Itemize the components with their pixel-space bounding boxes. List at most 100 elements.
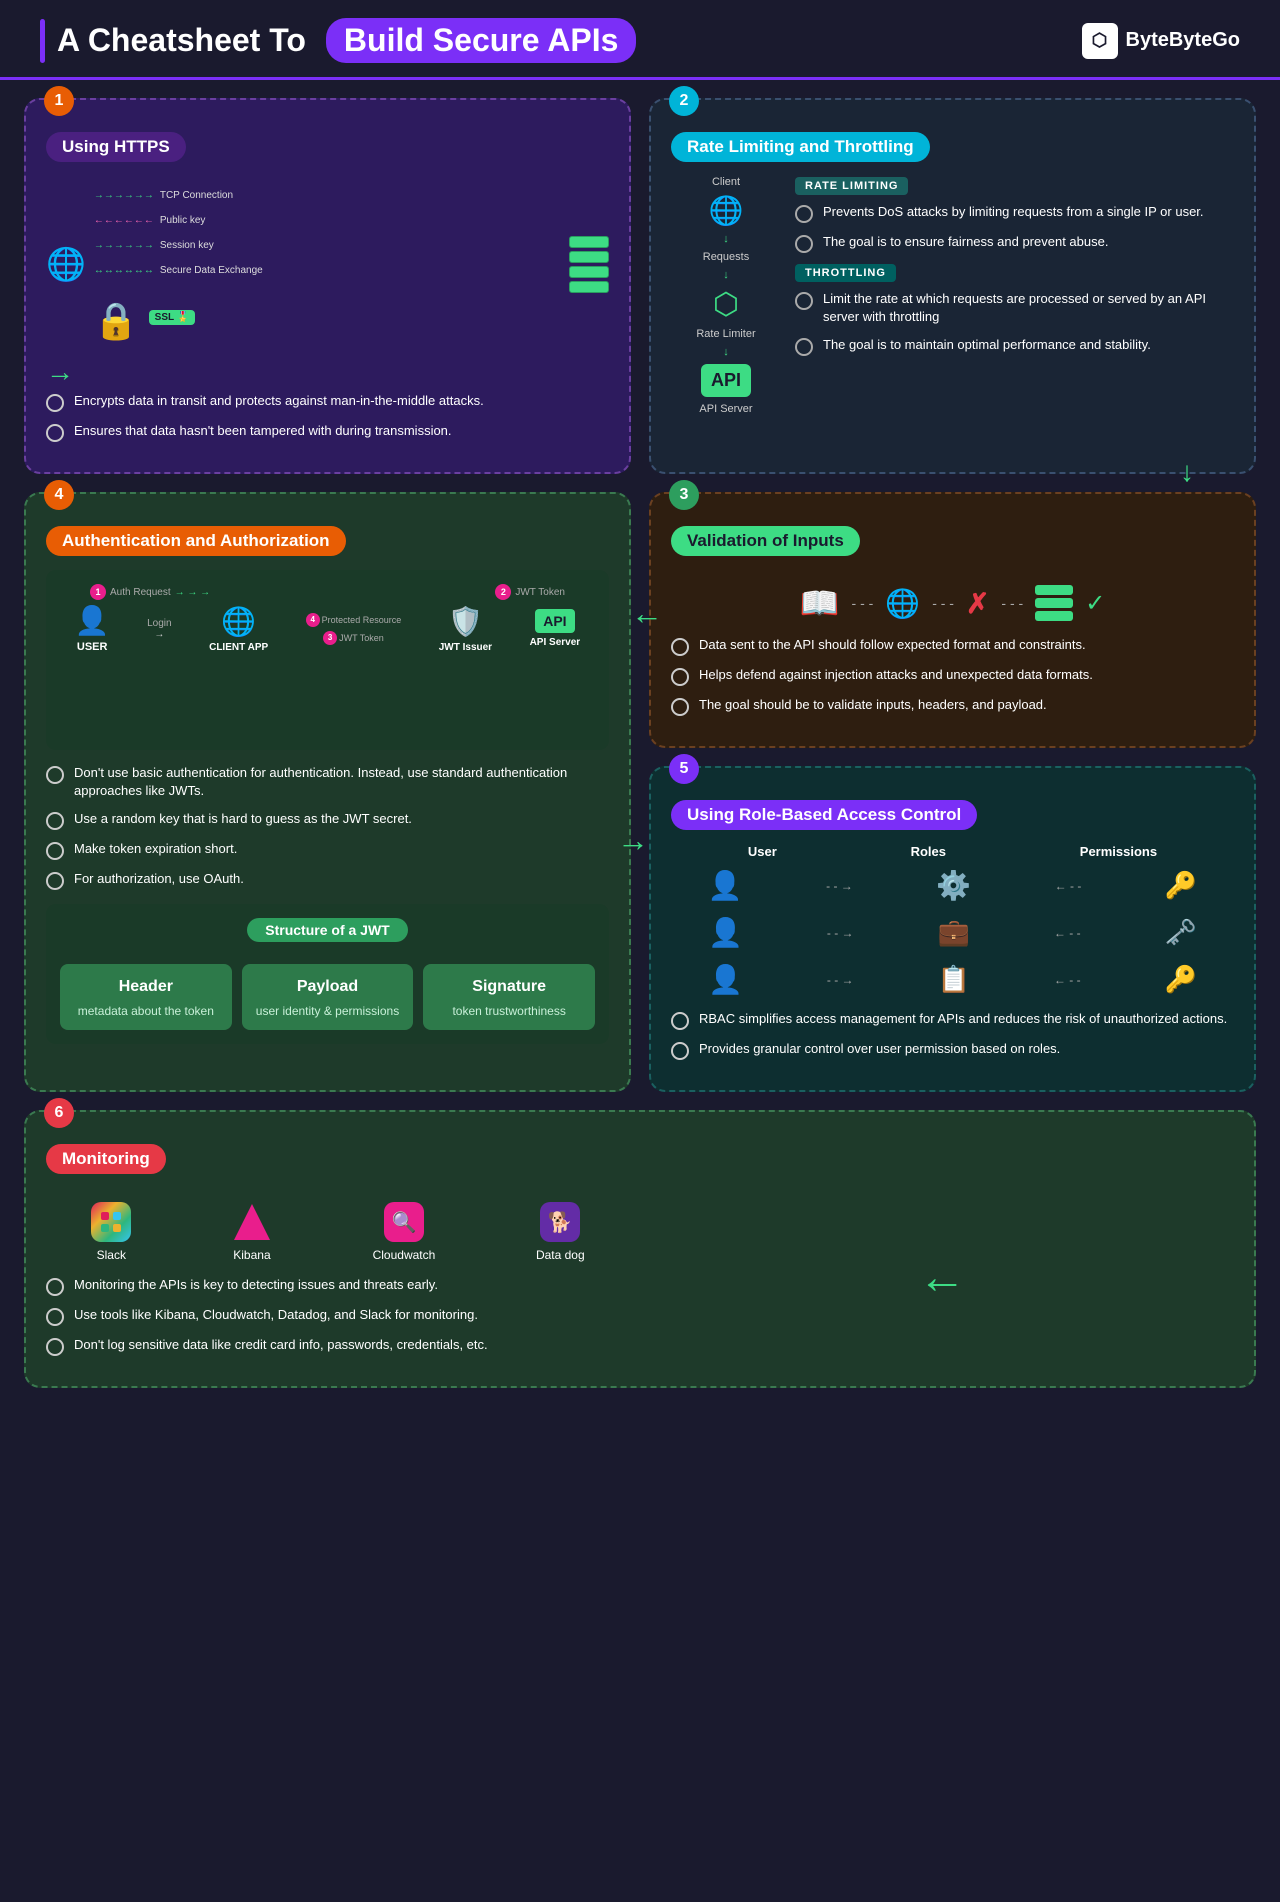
page-title-highlight: Build Secure APIs [326, 18, 636, 63]
api-server-label: API Server [699, 403, 752, 415]
jwt-header-cell: Header metadata about the token [60, 964, 232, 1030]
rbac-suitcase: 💼 [938, 917, 970, 948]
step-4-badge: 4 [306, 613, 320, 627]
auth-step4-label: Protected Resource [322, 615, 402, 625]
red-x-icon: ✗ [966, 587, 989, 620]
tool-datadog: 🐕 Data dog [536, 1202, 585, 1262]
rbac-row-2: 👤 - - → 💼 ← - - 🗝️ [671, 916, 1234, 949]
securedata-label: Secure Data Exchange [160, 265, 263, 276]
client-app-label: CLIENT APP [209, 642, 268, 653]
rbac-diagram: 👤 - - → ⚙️ ← - - 🔑 👤 - - → 💼 ← - - 🗝️ 👤 [671, 869, 1234, 996]
green-check-icon: ✓ [1085, 589, 1105, 618]
validation-bullet-2: Helps defend against injection attacks a… [671, 666, 1234, 686]
rbac-col-permissions: Permissions [1080, 844, 1157, 859]
auth-diagram: 1 Auth Request → → → 2 JWT Token 👤 USER … [46, 570, 609, 750]
section-6-monitoring: 6 Monitoring [24, 1110, 1256, 1388]
rate-section-layout: Client 🌐 ↓ Requests ↓ ⬡ Rate Limiter ↓ A… [671, 176, 1234, 415]
section-1-title: Using HTTPS [46, 132, 186, 162]
rbac-person-1: 👤 [708, 869, 743, 902]
bullet-circle-1 [46, 394, 64, 412]
rate-diagram: Client 🌐 ↓ Requests ↓ ⬡ Rate Limiter ↓ A… [671, 176, 781, 415]
jwt-payload-cell: Payload user identity & permissions [242, 964, 414, 1030]
brand-icon: ⬡ [1082, 23, 1118, 59]
monitoring-bullet-2: Use tools like Kibana, Cloudwatch, Datad… [46, 1306, 630, 1326]
rbac-key-blue: 🔑 [1165, 870, 1197, 901]
rate-bullet-1: Prevents DoS attacks by limiting request… [795, 203, 1234, 223]
main-grid: 1 Using HTTPS 🌐 →→→→→→ TCP Connection ←←… [0, 80, 1280, 1406]
title-row: A Cheatsheet To Build Secure APIs [40, 18, 636, 63]
shield-icon: 🛡️ [448, 605, 483, 638]
section-4-arrow-right: → [617, 822, 649, 859]
rbac-col-user: User [748, 844, 777, 859]
rbac-bullet-2: Provides granular control over user perm… [671, 1040, 1234, 1060]
bullet-circle-2 [46, 424, 64, 442]
rbac-person-2: 👤 [708, 916, 743, 949]
validation-bullet-3: The goal should be to validate inputs, h… [671, 696, 1234, 716]
tool-slack: Slack [91, 1202, 131, 1262]
tool-cloudwatch-label: Cloudwatch [373, 1248, 436, 1262]
jwt-structure-title: Structure of a JWT [247, 918, 407, 942]
kibana-wrapper [232, 1202, 272, 1242]
section-6-number: 6 [44, 1098, 74, 1128]
jwt-payload-title: Payload [252, 978, 404, 996]
monitoring-right: ← [650, 1188, 1234, 1366]
section-5-number: 5 [669, 754, 699, 784]
jwt-header-title: Header [70, 978, 222, 996]
validation-bullet-text-2: Helps defend against injection attacks a… [699, 666, 1093, 684]
requests-label: Requests [703, 251, 749, 263]
auth-bullet-2: Use a random key that is hard to guess a… [46, 810, 609, 830]
jwt-header-desc: metadata about the token [70, 1004, 222, 1020]
rbac-col-roles: Roles [911, 844, 946, 859]
auth-bullet-text-1: Don't use basic authentication for authe… [74, 764, 609, 800]
monitoring-bullet-3: Don't log sensitive data like credit car… [46, 1336, 630, 1356]
https-globe-left: 🌐 [46, 245, 86, 283]
auth-bullet-text-4: For authorization, use OAuth. [74, 870, 244, 888]
jwt-payload-desc: user identity & permissions [252, 1004, 404, 1020]
tool-cloudwatch: 🔍 Cloudwatch [373, 1202, 436, 1262]
throttle-bullet-text-1: Limit the rate at which requests are pro… [823, 290, 1234, 326]
throttle-bullet-2: The goal is to maintain optimal performa… [795, 336, 1234, 356]
rbac-key-green: 🔑 [1165, 964, 1197, 995]
step-3-badge: 3 [323, 631, 337, 645]
monitoring-arrow-indicator: ← [918, 1250, 966, 1305]
green-arrow-right: → [46, 356, 74, 388]
jwt-issuer-label: JWT Issuer [439, 642, 492, 653]
throttle-bullet-text-2: The goal is to maintain optimal performa… [823, 336, 1151, 354]
tool-kibana-label: Kibana [233, 1248, 270, 1262]
rbac-row-3: 👤 - - → 📋 ← - - 🔑 [671, 963, 1234, 996]
section-4-auth: 4 Authentication and Authorization 1 Aut… [24, 492, 631, 1092]
section-4-number: 4 [44, 480, 74, 510]
auth-bullet-text-3: Make token expiration short. [74, 840, 237, 858]
rbac-gear-1: ⚙️ [936, 869, 971, 902]
client-label: Client [712, 176, 740, 188]
open-book-icon: 📖 [800, 584, 840, 622]
auth-bullet-4: For authorization, use OAuth. [46, 870, 609, 890]
accent-bar [40, 19, 45, 63]
section-3-arrow-left: ← [631, 595, 663, 632]
rbac-header-row: User Roles Permissions [671, 844, 1234, 859]
section-4-title: Authentication and Authorization [46, 526, 346, 556]
rate-content: RATE LIMITING Prevents DoS attacks by li… [795, 176, 1234, 415]
rbac-key-red: 🗝️ [1165, 917, 1197, 948]
rbac-bullet-text-2: Provides granular control over user perm… [699, 1040, 1060, 1058]
tool-kibana: Kibana [232, 1202, 272, 1262]
https-bullet-1: Encrypts data in transit and protects ag… [46, 392, 609, 412]
section-2-number: 2 [669, 86, 699, 116]
rate-bullet-text-2: The goal is to ensure fairness and preve… [823, 233, 1108, 251]
globe-icon-left: 🌐 [46, 245, 86, 283]
client-globe: 🌐 [709, 194, 744, 227]
kibana-icon [232, 1202, 272, 1242]
page-header: A Cheatsheet To Build Secure APIs ⬡ Byte… [0, 0, 1280, 80]
rbac-clipboard: 📋 [938, 964, 970, 995]
client-globe-icon: 🌐 [221, 605, 256, 638]
validation-bullet-text-3: The goal should be to validate inputs, h… [699, 696, 1047, 714]
section-3-validation: 3 Validation of Inputs 📖 - - - 🌐 - - - ✗… [649, 492, 1256, 748]
https-connection-lines: →→→→→→ TCP Connection ←←←←←← Public key … [94, 186, 561, 342]
rbac-bullet-text-1: RBAC simplifies access management for AP… [699, 1010, 1227, 1028]
login-arrow-label: Login [147, 618, 171, 629]
rbac-person-3: 👤 [708, 963, 743, 996]
auth-bullet-3: Make token expiration short. [46, 840, 609, 860]
section-5-rbac: 5 Using Role-Based Access Control User R… [649, 766, 1256, 1092]
user-actor: 👤 USER [75, 604, 110, 653]
monitoring-left: Slack Kibana 🔍 Cloudwatch [46, 1188, 630, 1366]
